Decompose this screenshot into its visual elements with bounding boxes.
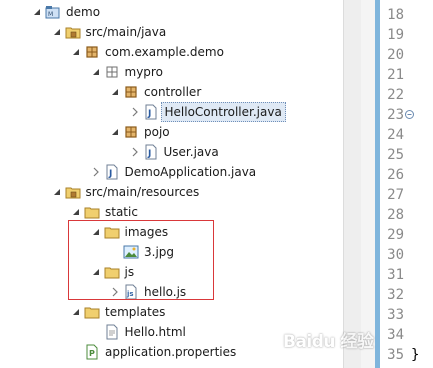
tree-item-label: 3.jpg: [144, 245, 175, 259]
line-number: 34: [387, 327, 404, 343]
line-number: 35: [387, 347, 404, 363]
image-file-icon: [123, 244, 139, 260]
tree-vertical-scrollbar[interactable]: [343, 0, 361, 368]
line-number: 27: [387, 187, 404, 203]
tree-item-label: DemoApplication.java: [124, 165, 257, 179]
tree-item[interactable]: com.example.demo: [0, 42, 343, 62]
tree-item[interactable]: src/main/java: [0, 22, 343, 42]
package-explorer-tree[interactable]: Mdemo src/main/java com.example.demo mypro c…: [0, 0, 343, 368]
line-number: 24: [387, 127, 404, 143]
line-number: 29: [387, 227, 404, 243]
tree-item-label: hello.js: [144, 285, 187, 299]
tree-item-label: mypro: [124, 65, 163, 79]
java-file-icon: J: [143, 104, 159, 120]
tree-item-label: HelloController.java: [160, 102, 286, 122]
folder-icon: [104, 264, 120, 280]
line-number: 28: [387, 207, 404, 223]
package-icon: [123, 84, 139, 100]
properties-file-icon: P: [84, 344, 100, 360]
tree-item[interactable]: controller: [0, 82, 343, 102]
package-icon: [84, 44, 100, 60]
line-number: 23: [387, 107, 404, 123]
source-folder-icon: [65, 24, 81, 40]
line-number: 20: [387, 47, 404, 63]
svg-text:M: M: [48, 11, 53, 18]
line-number: 21: [387, 67, 404, 83]
java-file-icon: J: [143, 144, 159, 160]
tree-item[interactable]: pojo: [0, 122, 343, 142]
tree-item-label: com.example.demo: [105, 45, 224, 59]
collapsed-arrow-icon[interactable]: [110, 282, 120, 302]
tree-item[interactable]: images: [0, 222, 343, 242]
tree-item[interactable]: J User.java: [0, 142, 343, 162]
line-number: 18: [387, 7, 404, 23]
expanded-arrow-icon[interactable]: [110, 82, 120, 102]
folder-icon: [84, 204, 100, 220]
tree-item-label: User.java: [163, 145, 219, 159]
expanded-arrow-icon[interactable]: [71, 202, 81, 222]
expanded-arrow-icon[interactable]: [91, 262, 101, 282]
tree-item[interactable]: js hello.js: [0, 282, 343, 302]
tree-item[interactable]: templates: [0, 302, 343, 322]
tree-item-label: images: [124, 225, 169, 239]
tree-item-label: static: [105, 205, 138, 219]
code-editor[interactable]: 18 19 20 21 22 23 24 25 26 27 28 29 30 31 32 33 34 35}: [375, 0, 433, 368]
tree-item-label: pojo: [144, 125, 170, 139]
tree-item[interactable]: js: [0, 262, 343, 282]
fold-collapse-icon[interactable]: [405, 110, 414, 119]
tree-item[interactable]: Mdemo: [0, 2, 343, 22]
line-number: 22: [387, 87, 404, 103]
expanded-arrow-icon[interactable]: [32, 2, 42, 22]
line-number: 31: [387, 267, 404, 283]
line-number: 19: [387, 27, 404, 43]
collapsed-arrow-icon[interactable]: [91, 162, 101, 182]
expanded-arrow-icon[interactable]: [91, 62, 101, 82]
expanded-arrow-icon[interactable]: [91, 222, 101, 242]
code-line[interactable]: }: [411, 345, 419, 365]
expanded-arrow-icon[interactable]: [71, 302, 81, 322]
line-number: 26: [387, 167, 404, 183]
tree-item[interactable]: Hello.html: [0, 322, 343, 342]
svg-text:J: J: [108, 169, 112, 179]
expanded-arrow-icon[interactable]: [110, 122, 120, 142]
line-number: 25: [387, 147, 404, 163]
svg-text:J: J: [147, 149, 151, 159]
line-number: 32: [387, 287, 404, 303]
tree-item[interactable]: Papplication.properties: [0, 342, 343, 362]
tree-item-label: controller: [144, 85, 202, 99]
tree-item-label: Hello.html: [124, 325, 186, 339]
expanded-arrow-icon[interactable]: [71, 42, 81, 62]
expanded-arrow-icon[interactable]: [52, 182, 62, 202]
svg-text:js: js: [126, 290, 134, 298]
tree-item[interactable]: static: [0, 202, 343, 222]
tree-item-label: src/main/resources: [85, 185, 200, 199]
tree-item[interactable]: src/main/resources: [0, 182, 343, 202]
line-number: 33: [387, 307, 404, 323]
expanded-arrow-icon[interactable]: [52, 22, 62, 42]
package-icon: [123, 124, 139, 140]
collapsed-arrow-icon[interactable]: [130, 102, 140, 122]
tree-item[interactable]: J DemoApplication.java: [0, 162, 343, 182]
tree-item[interactable]: J HelloController.java: [0, 102, 343, 122]
tree-item[interactable]: 3.jpg: [0, 242, 343, 262]
source-folder-icon: [65, 184, 81, 200]
tree-item-label: js: [124, 265, 135, 279]
java-file-icon: J: [104, 164, 120, 180]
collapsed-arrow-icon[interactable]: [130, 142, 140, 162]
svg-text:J: J: [147, 109, 151, 119]
svg-text:P: P: [89, 349, 95, 358]
tree-item-label: templates: [105, 305, 166, 319]
js-file-icon: js: [123, 284, 139, 300]
view-sash[interactable]: [361, 0, 375, 368]
html-file-icon: [104, 324, 120, 340]
tree-item-label: application.properties: [105, 345, 237, 359]
line-number: 30: [387, 247, 404, 263]
package-empty-icon: [104, 64, 120, 80]
tree-item-label: src/main/java: [85, 25, 167, 39]
project-icon: M: [45, 4, 61, 20]
folder-icon: [84, 304, 100, 320]
tree-item-label: demo: [66, 5, 101, 19]
tree-item[interactable]: mypro: [0, 62, 343, 82]
folder-icon: [104, 224, 120, 240]
